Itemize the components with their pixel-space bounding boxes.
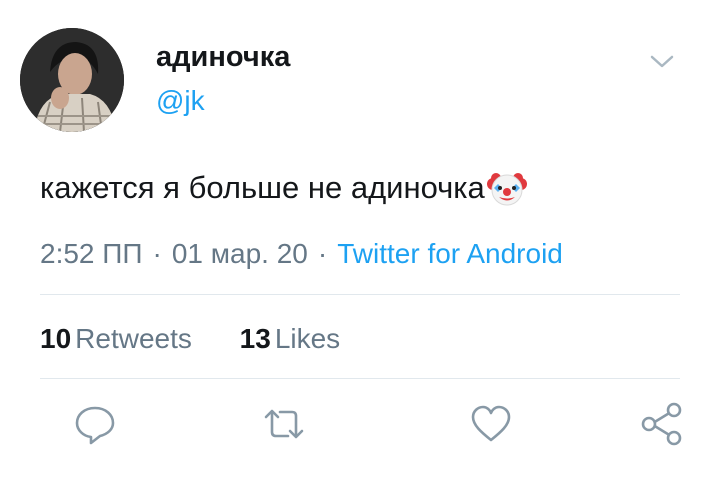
- retweets-stat[interactable]: 10 Retweets: [40, 321, 192, 357]
- like-button[interactable]: [469, 402, 513, 446]
- chevron-down-icon: [650, 55, 674, 68]
- clown-face-emoji: [486, 168, 527, 208]
- divider: [40, 294, 680, 295]
- tweet-stats: 10 Retweets 13 Likes: [40, 321, 340, 357]
- retweet-arrows-icon: [264, 409, 304, 439]
- heart-icon: [471, 405, 511, 442]
- tweet-text: кажется я больше не адиночка: [40, 168, 527, 208]
- user-handle[interactable]: @jk: [156, 84, 205, 118]
- share-button[interactable]: [640, 402, 684, 446]
- share-nodes-icon: [641, 402, 682, 446]
- tweet-date: 01 мар. 20: [171, 238, 308, 269]
- tweet-meta: 2:52 ПП · 01 мар. 20 · Twitter for Android: [40, 236, 563, 272]
- retweets-count: 10: [40, 323, 72, 354]
- divider: [40, 378, 680, 379]
- likes-count: 13: [239, 323, 271, 354]
- tweet-text-content: кажется я больше не адиночка: [40, 170, 485, 205]
- tweet-source-link[interactable]: Twitter for Android: [337, 238, 563, 269]
- display-name[interactable]: адиночка: [156, 40, 290, 74]
- likes-stat[interactable]: 13 Likes: [240, 321, 341, 357]
- tweet-time: 2:52 ПП: [40, 238, 143, 269]
- avatar[interactable]: [20, 28, 124, 132]
- meta-separator: ·: [152, 238, 162, 269]
- meta-separator: ·: [317, 238, 328, 269]
- tweet-menu-button[interactable]: [648, 52, 676, 72]
- reply-button[interactable]: [73, 402, 117, 446]
- speech-bubble-icon: [75, 406, 115, 445]
- retweets-label: Retweets: [75, 323, 192, 354]
- likes-label: Likes: [274, 323, 341, 354]
- retweet-button[interactable]: [262, 402, 306, 446]
